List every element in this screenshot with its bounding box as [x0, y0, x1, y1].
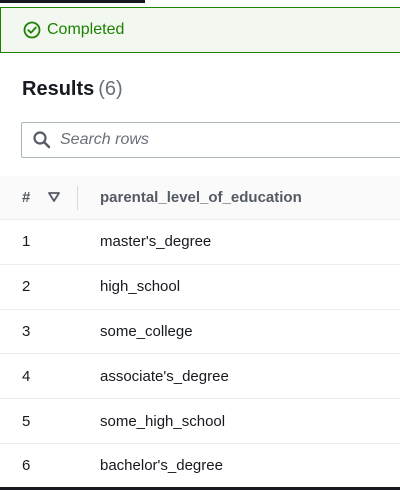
column-header-parental-level-of-education[interactable]: parental_level_of_education: [78, 189, 302, 206]
row-value: bachelor's_degree: [100, 457, 223, 475]
column-divider[interactable]: [77, 186, 78, 210]
row-value: some_college: [100, 322, 193, 340]
status-banner: Completed: [0, 7, 400, 53]
results-heading: Results (6): [22, 78, 123, 101]
column-header-index[interactable]: #: [0, 176, 78, 219]
row-index: 4: [22, 367, 31, 385]
row-value: associate's_degree: [100, 367, 229, 385]
status-text: Completed: [47, 21, 125, 38]
table-row: 1 master's_degree: [0, 220, 400, 265]
results-title: Results: [22, 78, 95, 100]
table-row: 6 bachelor's_degree: [0, 444, 400, 489]
search-box[interactable]: [21, 122, 400, 158]
row-index: 5: [22, 412, 31, 430]
row-index: 3: [22, 322, 31, 340]
search-icon: [33, 131, 51, 149]
table-row: 2 high_school: [0, 265, 400, 310]
sort-descending-icon[interactable]: [47, 190, 61, 204]
column-header-index-label: #: [22, 189, 31, 206]
search-input[interactable]: [60, 131, 360, 149]
row-index: 2: [22, 278, 31, 296]
row-value: high_school: [100, 278, 181, 296]
table-row: 5 some_high_school: [0, 399, 400, 444]
row-value: some_high_school: [100, 412, 226, 430]
active-tab-underline: [0, 0, 145, 3]
table-row: 4 associate's_degree: [0, 354, 400, 400]
check-circle-icon: [23, 21, 41, 39]
table-header-row: # parental_level_of_education: [0, 176, 400, 220]
row-index: 1: [22, 233, 31, 251]
results-count: (6): [98, 78, 123, 100]
row-value: master's_degree: [100, 233, 212, 251]
results-table: # parental_level_of_education 1 master's…: [0, 176, 400, 489]
row-index: 6: [22, 457, 31, 475]
table-row: 3 some_college: [0, 310, 400, 355]
